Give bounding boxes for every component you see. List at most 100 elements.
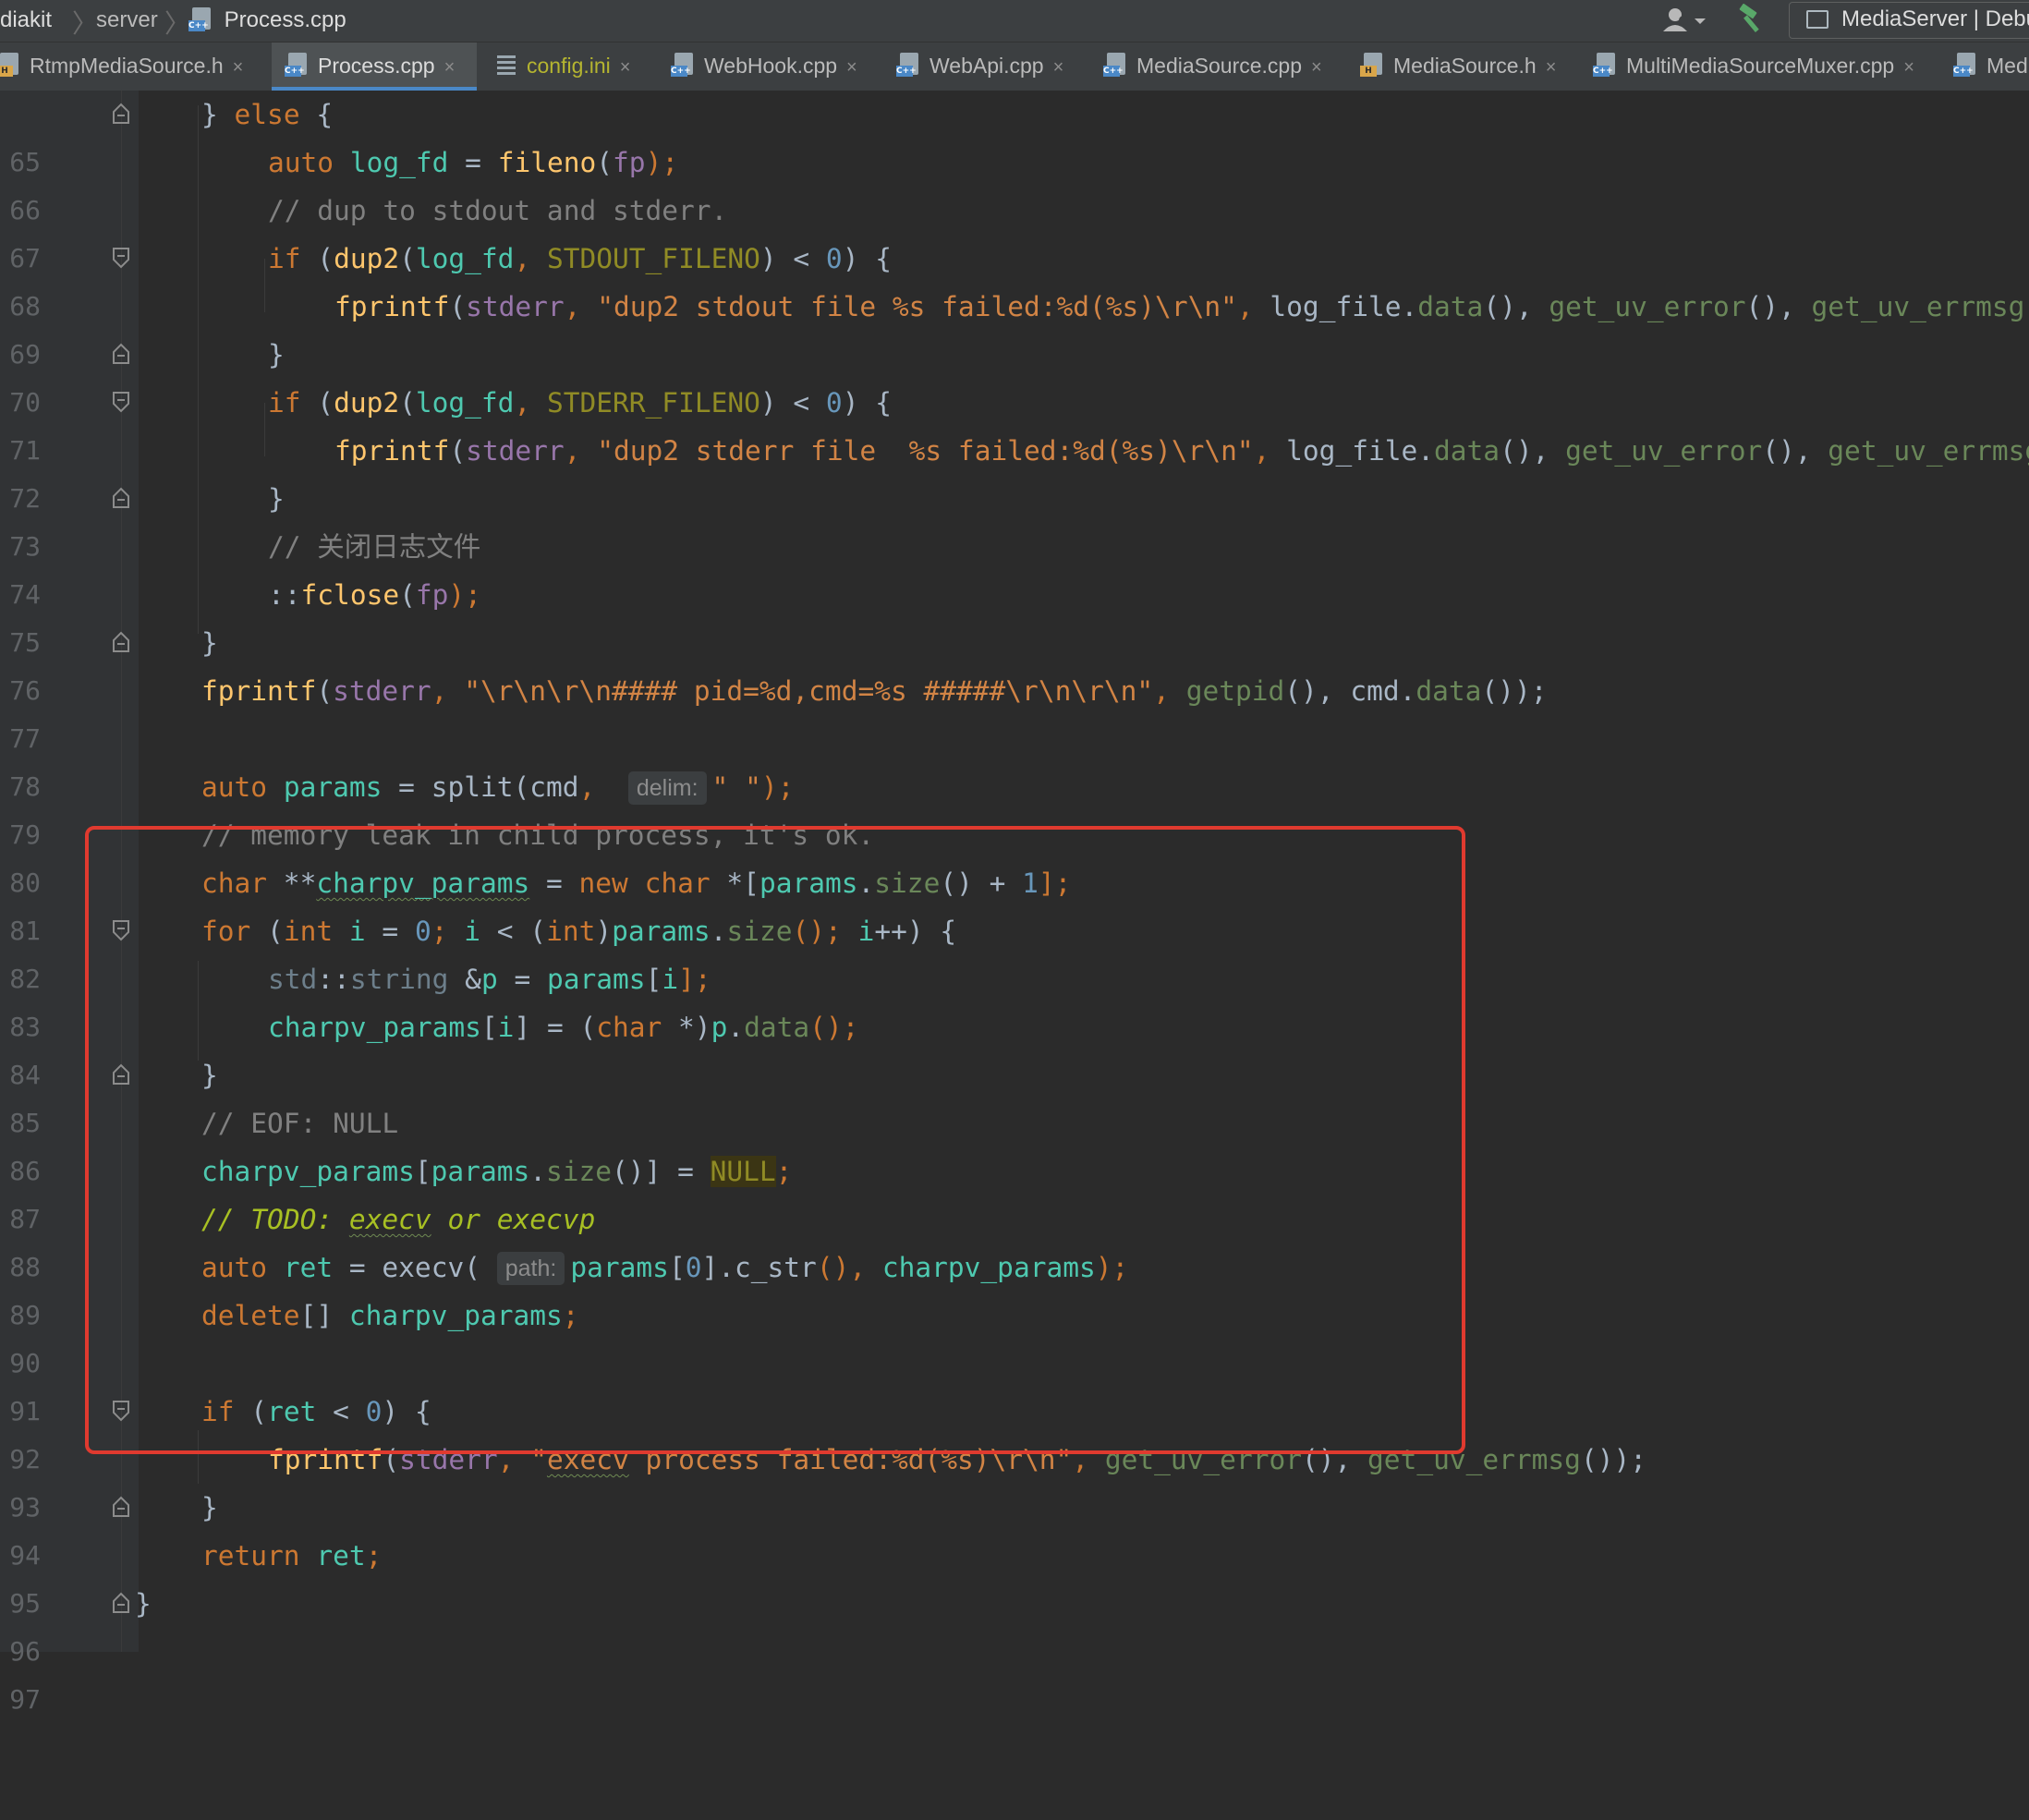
- build-hammer-icon[interactable]: [1735, 4, 1767, 35]
- code-comment: // 关闭日志文件: [268, 531, 481, 563]
- code-line: 67 // dup to stdout and stderr.: [0, 187, 2029, 273]
- close-icon[interactable]: ×: [1903, 57, 1914, 78]
- cpp-file-icon: C++: [285, 53, 309, 77]
- tab-process-cpp[interactable]: C++ Process.cpp ×: [272, 42, 477, 91]
- code-text: if (dup2(log_fd, STDERR_FILENO) < 0) {: [268, 387, 892, 419]
- code-comment: // dup to stdout and stderr.: [268, 195, 728, 226]
- code-text: for (int i = 0; i < (int)params.size(); …: [201, 916, 957, 947]
- monitor-icon: [1806, 10, 1829, 29]
- breadcrumb-item-file[interactable]: C++ Process.cpp: [188, 7, 346, 33]
- tab-label: config.ini: [527, 54, 611, 78]
- parameter-hint: delim:: [627, 771, 707, 805]
- cpp-file-icon: C++: [671, 53, 695, 77]
- tab-label: WebHook.cpp: [704, 54, 838, 78]
- tab-multimediasourcemuxer-cpp[interactable]: C++ MultiMediaSourceMuxer.cpp ×: [1593, 42, 1914, 91]
- header-file-icon: H: [0, 53, 20, 77]
- cpp-file-icon: C++: [1103, 53, 1127, 77]
- breadcrumb-item-project[interactable]: diakit: [0, 7, 52, 33]
- fold-end-icon[interactable]: [112, 1496, 130, 1518]
- tab-mediasource-cpp[interactable]: C++ MediaSource.cpp ×: [1103, 42, 1322, 91]
- tab-med-truncated[interactable]: C++ Med: [1953, 42, 2028, 91]
- fold-start-icon[interactable]: [112, 247, 130, 269]
- code-text: char **charpv_params = new char *[params…: [201, 868, 1072, 899]
- code-text: }: [201, 627, 218, 659]
- code-editor[interactable]: 65 } else { 66 auto log_fd = fileno(fp);…: [0, 91, 2029, 1715]
- tab-rtmpmediasource-h[interactable]: H RtmpMediaSource.h ×: [0, 42, 243, 91]
- code-text: }: [268, 483, 285, 515]
- code-text: fprintf(stderr, "\r\n\r\n#### pid=%d,cmd…: [201, 675, 1548, 707]
- code-text: fprintf(stderr, "dup2 stdout file %s fai…: [334, 291, 2025, 322]
- fold-end-icon[interactable]: [112, 487, 130, 509]
- user-account-icon[interactable]: [1659, 6, 1706, 35]
- fold-end-icon[interactable]: [112, 1592, 130, 1614]
- code-line: 79 auto params = split(cmd, delim: " ");: [0, 763, 2029, 850]
- code-line: 81 char **charpv_params = new char *[par…: [0, 859, 2029, 946]
- close-icon[interactable]: ×: [233, 57, 244, 78]
- close-icon[interactable]: ×: [444, 57, 456, 78]
- breadcrumb-item-server[interactable]: server: [96, 7, 158, 33]
- code-line: 69 fprintf(stderr, "dup2 stdout file %s …: [0, 283, 2029, 370]
- code-line: 96 }: [0, 1580, 2029, 1667]
- code-text: }: [268, 339, 285, 370]
- code-text: fprintf(stderr, "dup2 stderr file %s fai…: [334, 435, 2029, 467]
- code-text: fprintf(stderr, "execv process failed:%d…: [268, 1444, 1646, 1475]
- code-line: 68 if (dup2(log_fd, STDOUT_FILENO) < 0) …: [0, 235, 2029, 322]
- editor-tab-bar: H RtmpMediaSource.h × C++ Process.cpp × conf…: [0, 42, 2029, 91]
- code-text: std::string &p = params[i];: [268, 964, 711, 995]
- code-line: 71 if (dup2(log_fd, STDERR_FILENO) < 0) …: [0, 379, 2029, 466]
- close-icon[interactable]: ×: [1546, 57, 1557, 78]
- code-line: 97: [0, 1628, 2029, 1715]
- line-number: 97: [9, 1684, 41, 1715]
- code-comment: // EOF: NULL: [201, 1108, 399, 1139]
- code-line: 88 // TODO: execv or execvp: [0, 1195, 2029, 1282]
- code-line: 94 }: [0, 1484, 2029, 1571]
- tab-label: Process.cpp: [318, 54, 435, 78]
- close-icon[interactable]: ×: [620, 57, 631, 78]
- code-text: return ret;: [201, 1540, 383, 1571]
- tab-label: MediaSource.cpp: [1136, 54, 1302, 78]
- code-text: auto params = split(cmd, delim: " ");: [201, 771, 795, 805]
- code-text: }: [201, 1492, 218, 1523]
- code-line: 76 }: [0, 619, 2029, 706]
- close-icon[interactable]: ×: [846, 57, 857, 78]
- close-icon[interactable]: ×: [1311, 57, 1322, 78]
- tab-label: RtmpMediaSource.h: [30, 54, 224, 78]
- code-text: charpv_params[params.size()] = NULL;: [201, 1156, 793, 1187]
- code-line: 66 auto log_fd = fileno(fp);: [0, 139, 2029, 225]
- code-line: 65 } else {: [0, 91, 2029, 177]
- fold-start-icon[interactable]: [112, 1400, 130, 1422]
- fold-end-icon[interactable]: [112, 103, 130, 125]
- code-text: auto log_fd = fileno(fp);: [268, 147, 679, 178]
- tab-label: MultiMediaSourceMuxer.cpp: [1626, 54, 1895, 78]
- fold-start-icon[interactable]: [112, 391, 130, 413]
- code-line: 82 for (int i = 0; i < (int)params.size(…: [0, 907, 2029, 994]
- fold-start-icon[interactable]: [112, 919, 130, 941]
- navigation-bar: diakit 〉 server 〉 C++ Process.cpp MediaS…: [0, 0, 2029, 42]
- tab-webhook-cpp[interactable]: C++ WebHook.cpp ×: [671, 42, 857, 91]
- code-line: 75 ::fclose(fp);: [0, 571, 2029, 658]
- code-text: }: [135, 1588, 152, 1620]
- code-line: 78: [0, 715, 2029, 802]
- code-line: 90 delete[] charpv_params;: [0, 1292, 2029, 1378]
- tab-webapi-cpp[interactable]: C++ WebApi.cpp ×: [896, 42, 1063, 91]
- tab-label: MediaSource.h: [1393, 54, 1537, 78]
- tab-mediasource-h[interactable]: H MediaSource.h ×: [1360, 42, 1556, 91]
- cpp-file-icon: C++: [896, 53, 920, 77]
- tab-config-ini[interactable]: config.ini ×: [497, 42, 630, 91]
- code-todo-comment: // TODO: execv or execvp: [201, 1204, 596, 1235]
- fold-end-icon[interactable]: [112, 343, 130, 365]
- code-text: ::fclose(fp);: [268, 579, 481, 611]
- code-line: 84 charpv_params[i] = (char *)p.data();: [0, 1003, 2029, 1090]
- code-line: 93 fprintf(stderr, "execv process failed…: [0, 1436, 2029, 1523]
- code-line: 74 // 关闭日志文件: [0, 523, 2029, 610]
- run-configuration-selector[interactable]: MediaServer | Debug: [1789, 2, 2029, 39]
- close-icon[interactable]: ×: [1053, 57, 1064, 78]
- code-line: 95 return ret;: [0, 1532, 2029, 1619]
- fold-end-icon[interactable]: [112, 1063, 130, 1086]
- fold-end-icon[interactable]: [112, 631, 130, 653]
- code-line: 89 auto ret = execv( path: params[0].c_st…: [0, 1244, 2029, 1330]
- cpp-file-icon: C++: [1953, 53, 1977, 77]
- code-text: auto ret = execv( path: params[0].c_str()…: [201, 1252, 1129, 1285]
- code-line: 85 }: [0, 1051, 2029, 1138]
- code-line: 92 if (ret < 0) {: [0, 1388, 2029, 1474]
